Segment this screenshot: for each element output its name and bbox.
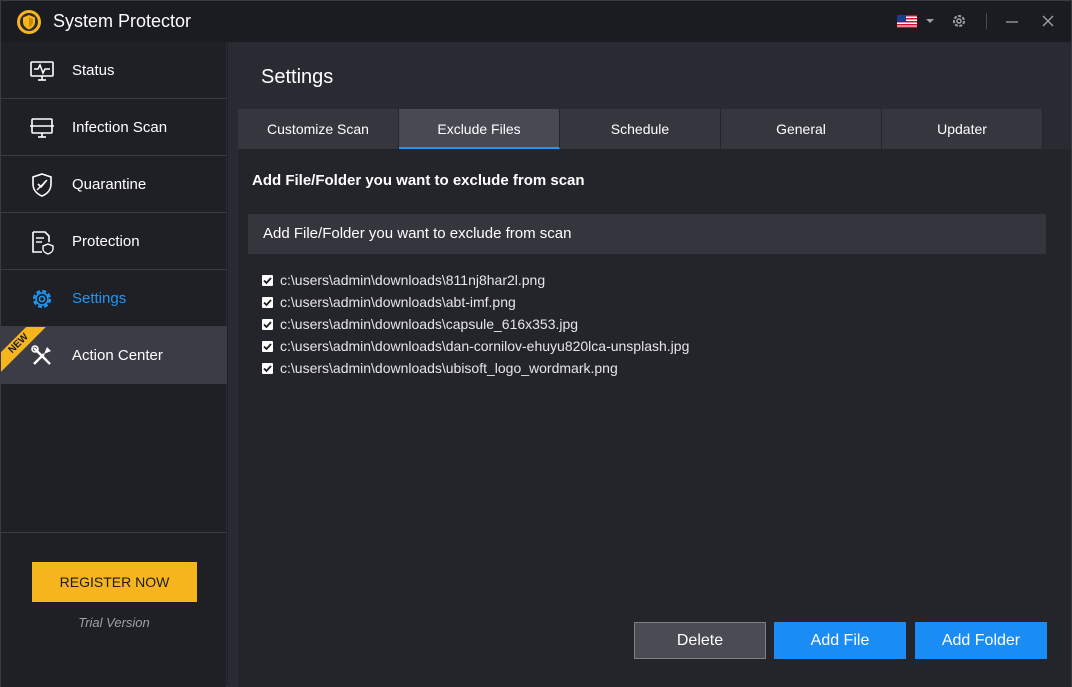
- main-panel: Settings Customize Scan Exclude Files Sc…: [228, 42, 1071, 687]
- app-title: System Protector: [53, 11, 192, 31]
- page-title: Settings: [261, 66, 334, 88]
- chevron-down-icon[interactable]: [925, 16, 935, 26]
- app-window: System Protector Status Infection Scan Q…: [0, 0, 1072, 687]
- tools-icon: [31, 345, 51, 365]
- sidebar-item-label: Infection Scan: [72, 119, 168, 136]
- settings-tabs: Customize Scan Exclude Files Schedule Ge…: [238, 109, 1043, 149]
- tab-general[interactable]: General: [721, 109, 882, 149]
- check-icon: [263, 364, 272, 372]
- sidebar-item-label: Settings: [72, 290, 127, 307]
- item-path: c:\users\admin\downloads\capsule_616x353…: [280, 316, 579, 332]
- item-checkbox[interactable]: [262, 340, 273, 352]
- list-item[interactable]: c:\users\admin\downloads\capsule_616x353…: [262, 313, 578, 335]
- sidebar-item-label: Protection: [72, 233, 140, 250]
- tab-schedule[interactable]: Schedule: [560, 109, 721, 149]
- check-icon: [263, 298, 272, 306]
- tab-updater[interactable]: Updater: [882, 109, 1043, 149]
- sidebar-item-label: Quarantine: [72, 176, 147, 193]
- check-icon: [263, 276, 272, 284]
- sidebar-item-quarantine[interactable]: Quarantine: [1, 156, 227, 213]
- sidebar-item-label: Action Center: [72, 347, 163, 364]
- check-icon: [263, 320, 272, 328]
- add-folder-button[interactable]: Add Folder: [915, 622, 1047, 659]
- sidebar-item-settings[interactable]: Settings: [1, 270, 227, 327]
- trial-version-label: Trial Version: [78, 615, 150, 630]
- minimize-icon[interactable]: [1005, 15, 1019, 29]
- exclude-files-content: Add File/Folder you want to exclude from…: [238, 149, 1071, 687]
- exclusion-list-header: Add File/Folder you want to exclude from…: [248, 214, 1046, 254]
- list-item[interactable]: c:\users\admin\downloads\abt-imf.png: [262, 291, 516, 313]
- delete-button[interactable]: Delete: [634, 622, 766, 659]
- exclusion-list-panel: Add File/Folder you want to exclude from…: [248, 214, 1046, 604]
- item-checkbox[interactable]: [262, 318, 273, 330]
- sidebar-item-status[interactable]: Status: [1, 42, 227, 99]
- list-item[interactable]: c:\users\admin\downloads\811nj8har2l.png: [262, 269, 545, 291]
- item-path: c:\users\admin\downloads\dan-cornilov-eh…: [280, 338, 690, 354]
- exclusion-list[interactable]: c:\users\admin\downloads\811nj8har2l.png…: [248, 254, 1046, 604]
- item-path: c:\users\admin\downloads\ubisoft_logo_wo…: [280, 360, 618, 376]
- close-icon[interactable]: [1041, 14, 1055, 28]
- app-logo-icon: [17, 10, 41, 34]
- gear-icon[interactable]: [951, 13, 967, 29]
- add-file-button[interactable]: Add File: [774, 622, 906, 659]
- list-item[interactable]: c:\users\admin\downloads\dan-cornilov-eh…: [262, 335, 689, 357]
- document-shield-icon: [32, 231, 54, 255]
- sidebar: Status Infection Scan Quarantine Protect…: [1, 42, 227, 687]
- check-icon: [263, 342, 272, 350]
- sidebar-item-infection-scan[interactable]: Infection Scan: [1, 99, 227, 156]
- shield-quarantine-icon: [32, 173, 52, 197]
- sidebar-item-protection[interactable]: Protection: [1, 213, 227, 270]
- item-checkbox[interactable]: [262, 296, 273, 308]
- gear-icon: [32, 289, 52, 309]
- monitor-pulse-icon: [30, 61, 54, 81]
- sidebar-divider: [1, 532, 227, 533]
- item-path: c:\users\admin\downloads\abt-imf.png: [280, 294, 516, 310]
- item-checkbox[interactable]: [262, 362, 273, 374]
- us-flag-icon[interactable]: [897, 15, 917, 28]
- item-checkbox[interactable]: [262, 274, 273, 286]
- sidebar-item-action-center[interactable]: NEW Action Center: [1, 327, 227, 384]
- item-path: c:\users\admin\downloads\811nj8har2l.png: [280, 272, 546, 288]
- sidebar-item-label: Status: [72, 62, 115, 79]
- scan-monitor-icon: [30, 118, 54, 138]
- title-bar: System Protector: [1, 1, 1071, 42]
- list-item[interactable]: c:\users\admin\downloads\ubisoft_logo_wo…: [262, 357, 618, 379]
- register-now-button[interactable]: REGISTER NOW: [32, 562, 197, 602]
- title-separator: [986, 13, 987, 29]
- tab-customize-scan[interactable]: Customize Scan: [238, 109, 399, 149]
- section-heading: Add File/Folder you want to exclude from…: [252, 172, 585, 189]
- tab-exclude-files[interactable]: Exclude Files: [399, 109, 560, 149]
